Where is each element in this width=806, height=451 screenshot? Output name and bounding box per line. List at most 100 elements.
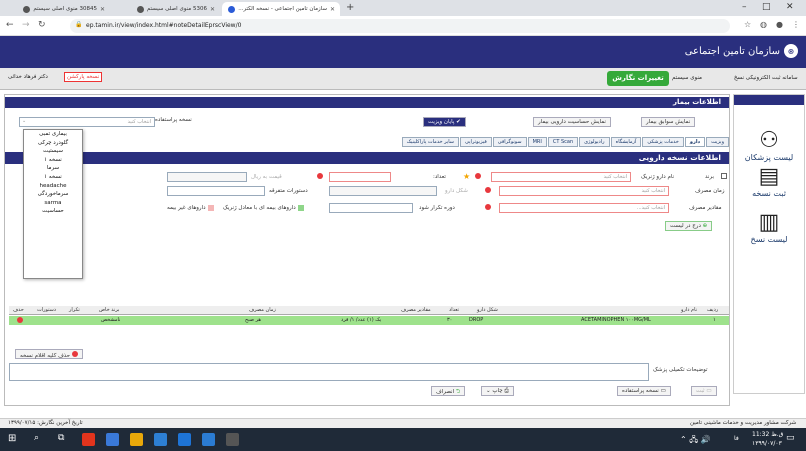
doctor-notes-input[interactable] bbox=[9, 363, 649, 381]
dropdown-option[interactable]: sarma bbox=[24, 199, 82, 208]
generic-drug-input[interactable]: انتخاب کنید bbox=[491, 172, 631, 182]
dropdown-option[interactable]: گلودرد چرکی bbox=[24, 139, 82, 148]
back-icon[interactable]: ← bbox=[6, 20, 14, 30]
brand-checkbox[interactable] bbox=[721, 173, 727, 179]
extension-icon[interactable]: ◍ bbox=[760, 20, 767, 29]
new-tab-button[interactable]: + bbox=[346, 2, 354, 13]
app-chrome-icon[interactable] bbox=[130, 433, 143, 446]
drug-allergy-button[interactable]: نمایش حساسیت دارویی بیمار bbox=[533, 117, 611, 127]
tab-other-paraclinic[interactable]: سایر خدمات پاراکلینیک bbox=[401, 137, 459, 147]
print-label: چاپ bbox=[492, 388, 503, 394]
changes-button[interactable]: تغییرات نگارش bbox=[607, 71, 669, 86]
delete-all-button[interactable]: حذف کلیه اقلام نسخه bbox=[15, 349, 83, 359]
print-button[interactable]: ⎙ چاپ ⌄ bbox=[481, 386, 514, 396]
tab-ct-scan[interactable]: CT Scan bbox=[547, 137, 579, 147]
app-viber-icon[interactable] bbox=[106, 433, 119, 446]
non-insured-checkbox[interactable] bbox=[207, 205, 214, 211]
col-dose: مقادیر مصرف bbox=[401, 307, 431, 313]
template-select[interactable]: انتخاب کنید ⌄ bbox=[19, 117, 155, 127]
tab-medical-services[interactable]: خدمات پزشکی bbox=[642, 137, 684, 147]
patient-section-title: اطلاعات بیمار bbox=[672, 98, 721, 106]
system-menu-dropdown[interactable]: منوی سیستم bbox=[672, 75, 702, 81]
instructions-input[interactable] bbox=[167, 186, 265, 196]
save-template-button[interactable]: ▭ نسخه پراستفاده bbox=[617, 386, 671, 396]
menu-icon[interactable]: ⋮ bbox=[792, 20, 800, 29]
app-toolbar: سامانه ثبت الکترونیکی نسخ منوی سیستم تغی… bbox=[0, 68, 806, 90]
doctor-notes-label: توضیحات تکمیلی پزشک bbox=[653, 367, 708, 373]
end-visit-button[interactable]: ✔ پایان ویزیت bbox=[423, 117, 466, 127]
draft-badge: نسخه پارکشن bbox=[64, 72, 103, 82]
browser-tabstrip: ✕ 30845 منوی اصلی سیستم ✕ 5306 منوی اصلی… bbox=[0, 0, 806, 16]
sidebar-item-doctors[interactable]: ⚇ لیست پزشکان bbox=[734, 129, 804, 163]
search-icon[interactable]: ⌕ bbox=[34, 433, 47, 446]
cell-name: ACETAMINOPHEN ۱۰۰MG/ML bbox=[581, 317, 651, 323]
dropdown-option[interactable]: سیستیت bbox=[24, 147, 82, 156]
dropdown-option[interactable]: نسخه ۱ bbox=[24, 173, 82, 182]
non-insured-filter[interactable]: داروهای غیر بیمه bbox=[167, 205, 214, 211]
table-row[interactable]: ۱ ACETAMINOPHEN ۱۰۰MG/ML DROP ۳۰ یک (۱) … bbox=[9, 316, 729, 325]
tab-visit[interactable]: ویزیت bbox=[706, 137, 729, 147]
save-button[interactable]: ▭ ثبت bbox=[691, 386, 717, 396]
insured-filter[interactable]: داروهای بیمه ای با معادل ژنریک bbox=[223, 205, 304, 211]
browser-tab-active[interactable]: ✕ سازمان تامین اجتماعی - نسخه الکتر... bbox=[222, 2, 340, 16]
tab-physiotherapy[interactable]: فیزیوتراپی bbox=[460, 137, 492, 147]
tab-lab[interactable]: آزمایشگاه bbox=[610, 137, 642, 147]
clock-time[interactable]: 11:32 ق.ظ bbox=[752, 431, 783, 438]
usage-time-select[interactable]: انتخاب کنید bbox=[499, 186, 669, 196]
notification-icon[interactable]: ▭ bbox=[786, 433, 795, 443]
price-label: قیمت به ریال bbox=[251, 174, 282, 180]
tab-title: سازمان تامین اجتماعی - نسخه الکتر... bbox=[238, 6, 327, 12]
dropdown-option[interactable]: headache bbox=[24, 182, 82, 191]
profile-icon[interactable]: ● bbox=[776, 20, 783, 29]
dropdown-option[interactable]: حساسیت bbox=[24, 207, 82, 216]
address-bar[interactable]: 🔒 ep.tamin.ir/view/index.html#noteDetail… bbox=[70, 19, 730, 33]
task-view-icon[interactable]: ⧉ bbox=[58, 433, 71, 446]
tab-radiology[interactable]: رادیولوژی bbox=[579, 137, 610, 147]
repeat-label: دوره تکرار شود bbox=[419, 205, 455, 211]
cancel-button[interactable]: ⮌ انصراف bbox=[431, 386, 466, 396]
window-close-button[interactable]: ✕ bbox=[786, 2, 794, 12]
sidebar-item-prescriptions-list[interactable]: ▥ لیست نسخ bbox=[734, 211, 804, 245]
reload-icon[interactable]: ↻ bbox=[38, 20, 46, 30]
dose-select[interactable]: انتخاب کنید... bbox=[499, 203, 669, 213]
drug-section-header: اطلاعات نسخه دارویی bbox=[5, 152, 729, 164]
close-icon[interactable]: ✕ bbox=[330, 6, 335, 13]
dropdown-option[interactable]: سرماخوردگی bbox=[24, 190, 82, 199]
non-insured-label: داروهای غیر بیمه bbox=[167, 205, 206, 211]
clock-date[interactable]: ۱۳۹۹/۰۷/۰۳ bbox=[752, 440, 782, 447]
app-edge-icon[interactable] bbox=[178, 433, 191, 446]
tab-mri[interactable]: MRI bbox=[527, 137, 547, 147]
app-opera-icon[interactable] bbox=[82, 433, 95, 446]
count-input[interactable] bbox=[329, 172, 391, 182]
delete-row-icon[interactable] bbox=[17, 317, 23, 325]
tab-sonography[interactable]: سونوگرافی bbox=[492, 137, 527, 147]
windows-start-icon[interactable]: ⊞ bbox=[8, 433, 21, 446]
cell-count: ۳۰ bbox=[447, 317, 453, 323]
language-indicator[interactable]: فا bbox=[734, 435, 739, 442]
close-icon[interactable]: ✕ bbox=[100, 6, 105, 13]
insured-checkbox[interactable] bbox=[297, 205, 304, 211]
tab-drug[interactable]: دارو bbox=[684, 137, 706, 147]
app-store-icon[interactable] bbox=[154, 433, 167, 446]
doctor-name[interactable]: دکتر فرهاد خدائی bbox=[8, 74, 48, 80]
forward-icon[interactable]: → bbox=[22, 20, 30, 30]
count-label: تعداد: bbox=[433, 174, 446, 180]
browser-tab-1[interactable]: ✕ 30845 منوی اصلی سیستم bbox=[2, 2, 110, 16]
favorite-star-icon[interactable]: ★ bbox=[463, 172, 470, 181]
dropdown-option[interactable]: نسخه ۱ bbox=[24, 156, 82, 165]
repeat-input[interactable] bbox=[329, 203, 413, 213]
patient-history-button[interactable]: نمایش سوابق بیمار bbox=[641, 117, 696, 127]
bookmark-star-icon[interactable]: ☆ bbox=[744, 20, 751, 29]
sidebar-item-new-prescription[interactable]: ▤ ثبت نسخه bbox=[734, 165, 804, 199]
browser-tab-2[interactable]: ✕ 5306 منوی اصلی سیستم bbox=[112, 2, 220, 16]
app-tool-icon[interactable] bbox=[226, 433, 239, 446]
add-to-list-button[interactable]: ⊕ درج در لیست bbox=[665, 221, 713, 231]
dropdown-option[interactable]: بیماری تمبی bbox=[24, 130, 82, 139]
app-word-icon[interactable] bbox=[202, 433, 215, 446]
tray-icons[interactable]: ⌃ 🖧 🔊 bbox=[680, 434, 711, 448]
close-icon[interactable]: ✕ bbox=[210, 6, 215, 13]
logo-emblem-icon: ⊛ bbox=[784, 44, 798, 58]
dropdown-option[interactable]: سرما bbox=[24, 164, 82, 173]
minimize-button[interactable]: – bbox=[742, 2, 747, 12]
maximize-button[interactable]: □ bbox=[762, 2, 771, 12]
